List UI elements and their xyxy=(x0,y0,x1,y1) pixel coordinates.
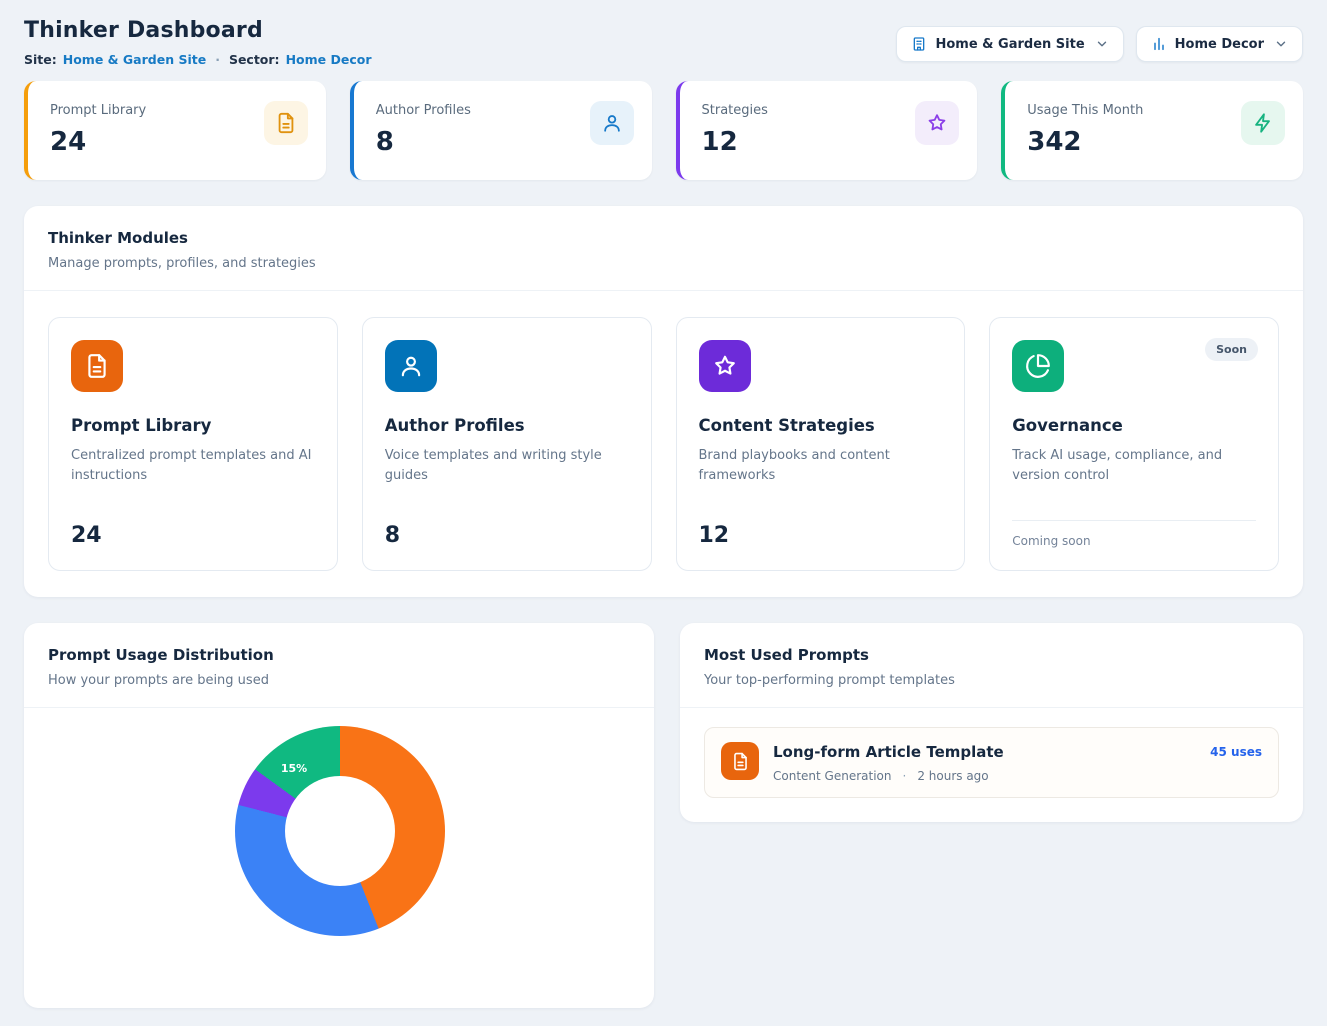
coming-soon-text: Coming soon xyxy=(1012,520,1256,548)
modules-title: Thinker Modules xyxy=(48,229,1279,247)
module-title: Prompt Library xyxy=(71,416,315,435)
module-description: Centralized prompt templates and AI inst… xyxy=(71,446,315,486)
person-icon xyxy=(385,340,437,392)
module-card-prompt-library[interactable]: Prompt Library Centralized prompt templa… xyxy=(48,317,338,571)
site-link[interactable]: Home & Garden Site xyxy=(63,52,206,67)
site-selector-label: Home & Garden Site xyxy=(935,37,1084,52)
stat-text: Prompt Library 24 xyxy=(50,97,146,162)
module-count: 8 xyxy=(385,523,629,548)
sector-label: Sector: xyxy=(229,52,280,67)
modules-panel-header: Thinker Modules Manage prompts, profiles… xyxy=(24,206,1303,291)
prompt-info: Long-form Article Template Content Gener… xyxy=(773,742,1196,783)
module-count: 12 xyxy=(699,523,943,548)
donut-chart: 15% xyxy=(235,726,445,936)
document-icon xyxy=(264,101,308,145)
thinker-modules-panel: Thinker Modules Manage prompts, profiles… xyxy=(24,206,1303,597)
stat-label: Usage This Month xyxy=(1027,103,1143,118)
prompts-panel-header: Most Used Prompts Your top-performing pr… xyxy=(680,623,1303,708)
stat-value: 8 xyxy=(376,127,471,157)
header-selectors: Home & Garden Site Home Decor xyxy=(896,26,1303,62)
prompts-list: Long-form Article Template Content Gener… xyxy=(680,708,1303,822)
stat-label: Prompt Library xyxy=(50,103,146,118)
stat-card-prompt-library: Prompt Library 24 xyxy=(24,81,326,180)
site-label: Site: xyxy=(24,52,57,67)
prompts-subtitle: Your top-performing prompt templates xyxy=(704,673,1279,688)
person-icon xyxy=(590,101,634,145)
stat-card-usage: Usage This Month 342 xyxy=(1001,81,1303,180)
sparkle-star-icon xyxy=(699,340,751,392)
stat-value: 342 xyxy=(1027,127,1143,157)
modules-grid: Prompt Library Centralized prompt templa… xyxy=(24,291,1303,597)
header: Thinker Dashboard Site: Home & Garden Si… xyxy=(24,18,1303,67)
module-count: 24 xyxy=(71,523,315,548)
chevron-down-icon xyxy=(1274,37,1288,51)
donut-chart-area: 15% xyxy=(24,708,654,1008)
stat-value: 12 xyxy=(702,127,768,157)
module-title: Governance xyxy=(1012,416,1256,435)
sector-link[interactable]: Home Decor xyxy=(286,52,372,67)
module-card-content-strategies[interactable]: Content Strategies Brand playbooks and c… xyxy=(676,317,966,571)
prompts-title: Most Used Prompts xyxy=(704,646,1279,664)
document-icon xyxy=(71,340,123,392)
stats-row: Prompt Library 24 Author Profiles 8 Stra… xyxy=(24,81,1303,180)
usage-distribution-panel: Prompt Usage Distribution How your promp… xyxy=(24,623,654,1008)
stat-text: Usage This Month 342 xyxy=(1027,97,1143,162)
usage-title: Prompt Usage Distribution xyxy=(48,646,630,664)
module-description: Voice templates and writing style guides xyxy=(385,446,629,486)
stat-text: Author Profiles 8 xyxy=(376,97,471,162)
chevron-down-icon xyxy=(1095,37,1109,51)
pie-chart-icon xyxy=(1012,340,1064,392)
module-description: Track AI usage, compliance, and version … xyxy=(1012,446,1256,486)
site-selector-dropdown[interactable]: Home & Garden Site xyxy=(896,26,1123,62)
header-left: Thinker Dashboard Site: Home & Garden Si… xyxy=(24,18,371,67)
dashboard-page: Thinker Dashboard Site: Home & Garden Si… xyxy=(0,0,1327,1026)
sector-selector-label: Home Decor xyxy=(1175,37,1264,52)
lightning-icon xyxy=(1241,101,1285,145)
most-used-prompts-panel: Most Used Prompts Your top-performing pr… xyxy=(680,623,1303,822)
soon-badge: Soon xyxy=(1205,338,1258,361)
module-description: Brand playbooks and content frameworks xyxy=(699,446,943,486)
donut-segment-label: 15% xyxy=(275,762,313,775)
building-icon xyxy=(911,36,927,52)
stat-label: Author Profiles xyxy=(376,103,471,118)
module-card-author-profiles[interactable]: Author Profiles Voice templates and writ… xyxy=(362,317,652,571)
prompt-category: Content Generation xyxy=(773,769,891,783)
prompt-uses-badge: 45 uses xyxy=(1210,745,1262,759)
stat-card-author-profiles: Author Profiles 8 xyxy=(350,81,652,180)
modules-subtitle: Manage prompts, profiles, and strategies xyxy=(48,256,1279,271)
prompt-time: 2 hours ago xyxy=(917,769,988,783)
sector-selector-dropdown[interactable]: Home Decor xyxy=(1136,26,1303,62)
meta-separator: · xyxy=(902,769,906,783)
bottom-row: Prompt Usage Distribution How your promp… xyxy=(24,597,1303,1008)
document-icon xyxy=(721,742,759,780)
module-title: Content Strategies xyxy=(699,416,943,435)
stat-value: 24 xyxy=(50,127,146,157)
sparkle-star-icon xyxy=(915,101,959,145)
stat-text: Strategies 12 xyxy=(702,97,768,162)
module-title: Author Profiles xyxy=(385,416,629,435)
prompt-meta: Content Generation · 2 hours ago xyxy=(773,769,1196,783)
usage-panel-header: Prompt Usage Distribution How your promp… xyxy=(24,623,654,708)
prompt-list-item[interactable]: Long-form Article Template Content Gener… xyxy=(704,727,1279,798)
stat-card-strategies: Strategies 12 xyxy=(676,81,978,180)
bar-chart-icon xyxy=(1151,36,1167,52)
usage-subtitle: How your prompts are being used xyxy=(48,673,630,688)
breadcrumb: Site: Home & Garden Site · Sector: Home … xyxy=(24,52,371,67)
breadcrumb-separator: · xyxy=(215,52,220,67)
stat-label: Strategies xyxy=(702,103,768,118)
page-title: Thinker Dashboard xyxy=(24,18,371,43)
prompt-title: Long-form Article Template xyxy=(773,743,1196,761)
module-card-governance[interactable]: Soon Governance Track AI usage, complian… xyxy=(989,317,1279,571)
